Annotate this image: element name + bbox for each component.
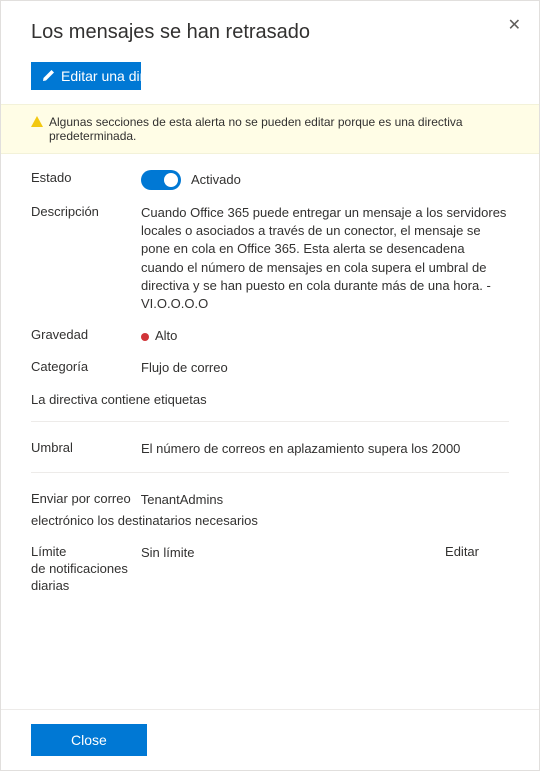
divider [31, 472, 509, 473]
threshold-value: El número de correos en aplazamiento sup… [141, 440, 509, 458]
close-button[interactable]: Close [31, 724, 147, 756]
edit-policy-label: Editar una directiva [61, 68, 141, 84]
severity-value: Alto [155, 328, 177, 343]
status-label: Estado [31, 170, 141, 185]
warning-text: Algunas secciones de esta alerta no se p… [49, 115, 509, 143]
severity-dot-icon [141, 333, 149, 341]
limit-label-2: de notificaciones [31, 561, 141, 578]
category-label: Categoría [31, 359, 141, 374]
panel-title: Los mensajes se han retrasado [31, 21, 509, 44]
threshold-label: Umbral [31, 440, 141, 455]
edit-policy-button[interactable]: Editar una directiva [31, 62, 141, 90]
category-value: Flujo de correo [141, 359, 509, 377]
warning-icon [31, 116, 43, 127]
warning-banner: Algunas secciones de esta alerta no se p… [1, 104, 539, 154]
edit-link[interactable]: Editar [445, 544, 479, 559]
pencil-icon [41, 69, 55, 83]
severity-label: Gravedad [31, 327, 141, 342]
status-value: Activado [191, 171, 241, 189]
close-icon[interactable]: ✕ [508, 15, 521, 35]
limit-label-3: diarias [31, 578, 141, 595]
recipients-label-1: Enviar por correo [31, 491, 131, 508]
recipients-value: TenantAdmins [141, 491, 509, 509]
description-label: Descripción [31, 204, 141, 219]
description-value: Cuando Office 365 puede entregar un mens… [141, 204, 509, 313]
limit-label-1: Límite [31, 544, 141, 561]
recipients-label-2: electrónico los destinatarios necesarios [31, 513, 509, 530]
divider [31, 421, 509, 422]
tags-label: La directiva contiene etiquetas [31, 392, 509, 407]
status-toggle[interactable] [141, 170, 181, 190]
